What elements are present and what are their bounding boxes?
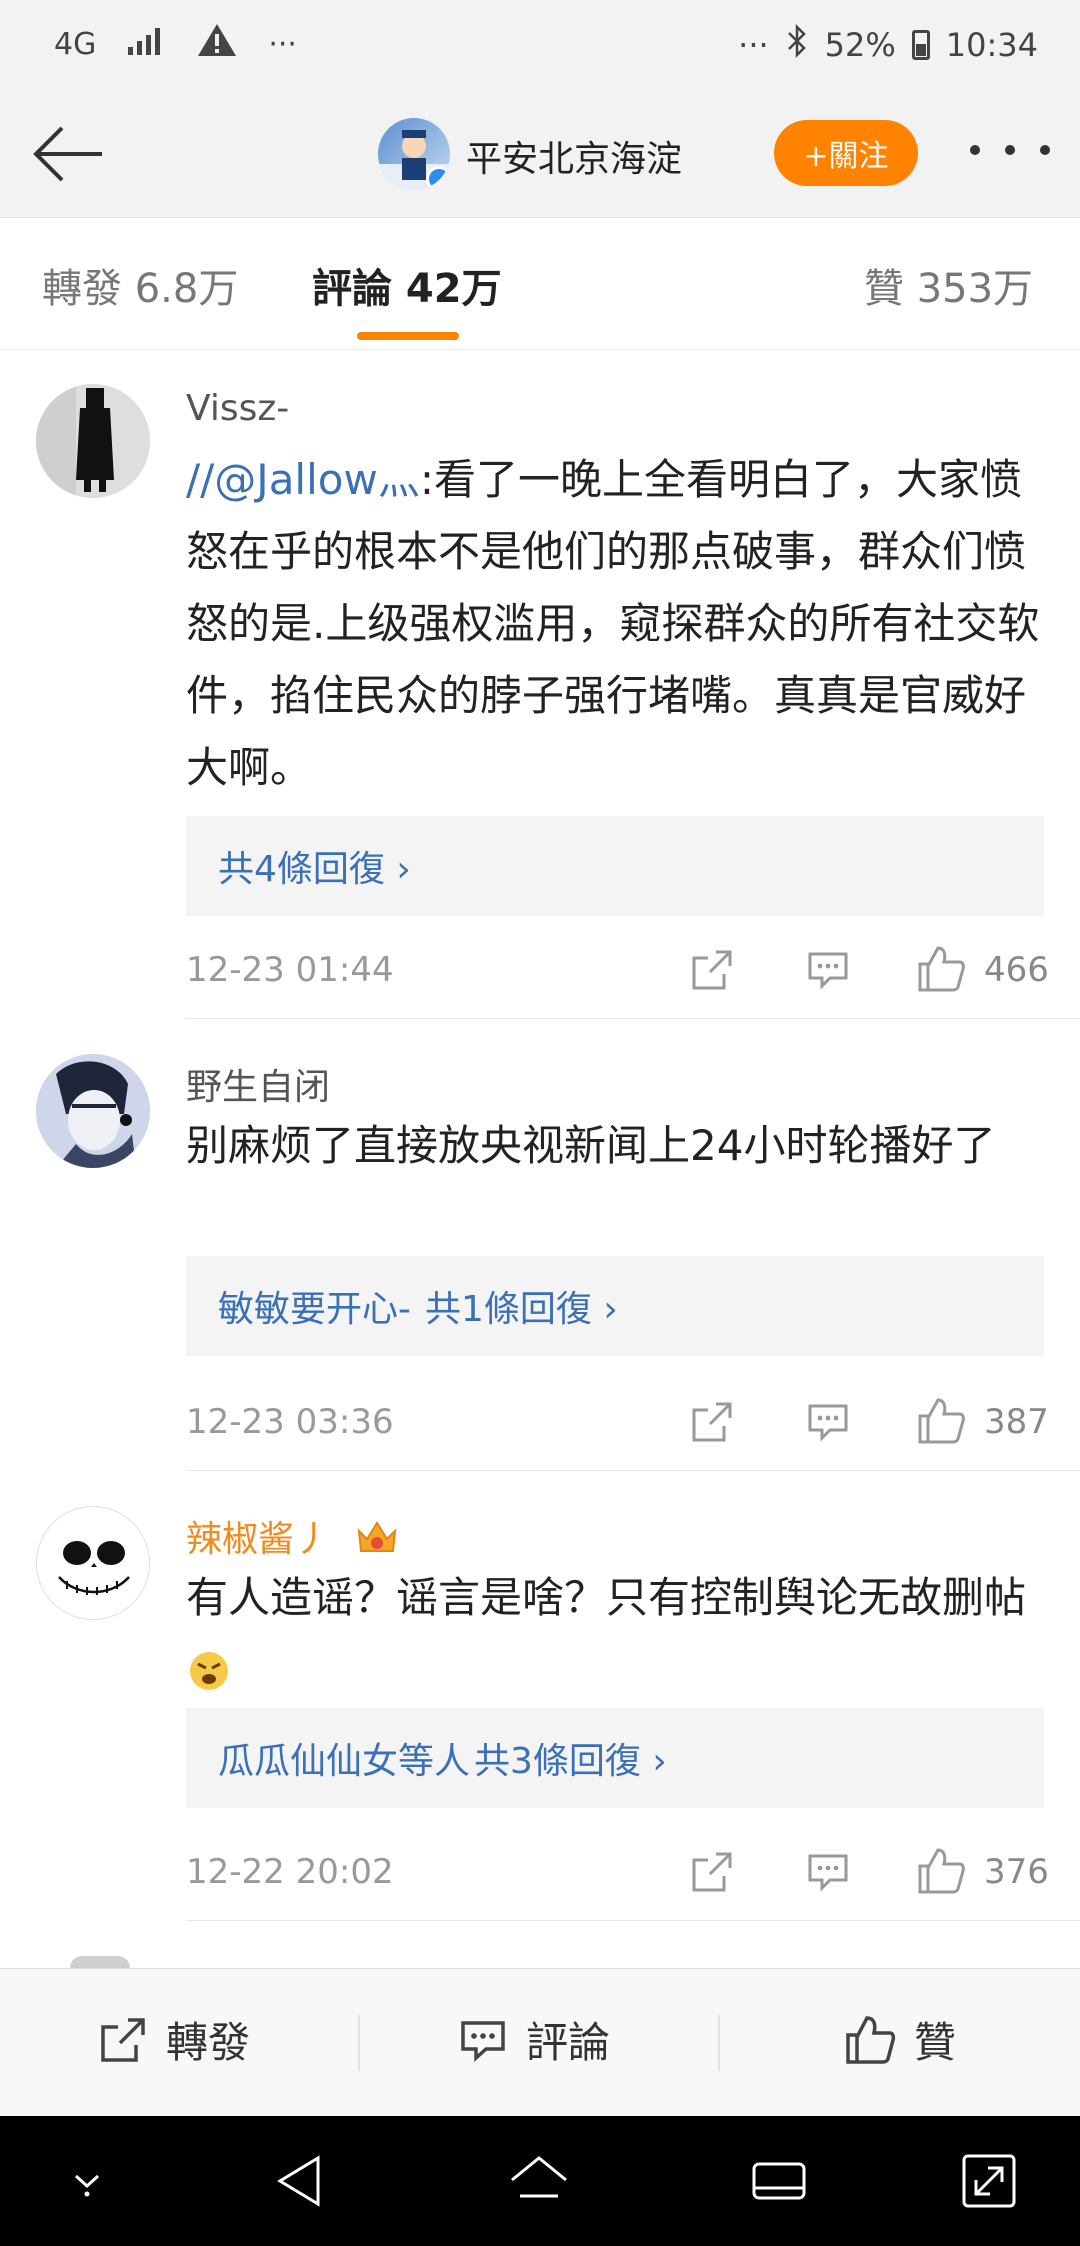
verified-badge-icon <box>426 166 450 190</box>
comment-label: 評論 <box>526 2018 611 2067</box>
comment-username[interactable]: Vissz- <box>186 388 289 429</box>
comment-button[interactable]: 評論 <box>458 2009 610 2070</box>
comment-text: 别麻烦了直接放央视新闻上24小时轮播好了 <box>186 1121 996 1170</box>
like-button[interactable]: 贊 <box>844 2009 956 2070</box>
like-label: 贊 <box>914 2018 957 2067</box>
bar-separator <box>718 2015 720 2071</box>
comment-body: :看了一晚上全看明白了，大家愤怒在乎的根本不是他们的那点破事，群众们愤怒的是.上… <box>186 455 1040 792</box>
tab-comments[interactable]: 評論 42万 <box>312 256 502 314</box>
like-icon[interactable] <box>916 944 966 994</box>
network-indicator: 4G <box>54 26 97 62</box>
comment-icon[interactable] <box>806 948 850 992</box>
comment-timestamp: 12-22 20:02 <box>186 1852 394 1892</box>
more-options-button[interactable] <box>970 130 1050 170</box>
like-icon[interactable] <box>916 1396 966 1446</box>
username-text: 辣椒酱丿 <box>186 1519 331 1560</box>
more-notifications: ··· <box>268 26 297 62</box>
battery-percent: 52% <box>824 26 896 64</box>
battery-icon <box>911 30 930 60</box>
share-icon[interactable] <box>690 1400 734 1444</box>
reply-preview-name: 敏敏要开心- <box>218 1289 411 1330</box>
system-nav-bar <box>0 2116 1080 2246</box>
share-icon[interactable] <box>690 1850 734 1894</box>
bluetooth-icon <box>785 23 809 66</box>
back-arrow-icon <box>33 126 102 182</box>
replies-link[interactable]: 共4條回復 › <box>186 816 1044 916</box>
more-dot-icon <box>1040 145 1050 155</box>
replies-link[interactable]: 敏敏要开心- 共1條回復 › <box>186 1256 1044 1356</box>
replies-count: 共4條回復 › <box>218 849 411 890</box>
reply-preview-name: 瓜瓜仙仙女等人 <box>218 1741 471 1782</box>
comment-divider <box>186 1920 1080 1921</box>
account-avatar[interactable] <box>378 118 450 190</box>
comment-text: 有人造谣？谣言是啥？只有控制舆论无故删帖 <box>186 1562 1050 1706</box>
comment-timestamp: 12-23 01:44 <box>186 950 394 990</box>
tab-bar: 轉發 6.8万 評論 42万 贊 353万 <box>0 218 1080 350</box>
replies-link[interactable]: 瓜瓜仙仙女等人 共3條回復 › <box>186 1708 1044 1808</box>
replies-count: 共3條回復 › <box>474 1741 667 1782</box>
user-avatar-icon <box>36 1054 150 1168</box>
comment-divider <box>186 1018 1080 1019</box>
like-icon[interactable] <box>916 1846 966 1896</box>
avatar[interactable] <box>36 1054 150 1168</box>
comment-username[interactable]: 辣椒酱丿 <box>186 1510 399 1562</box>
bar-separator <box>358 2015 360 2071</box>
like-count: 466 <box>984 950 1049 990</box>
status-bar: 4G ··· ··· 52% 10:34 <box>0 0 1080 92</box>
comment-icon[interactable] <box>806 1400 850 1444</box>
angry-emoji-icon <box>190 1652 228 1690</box>
comment-body: 有人造谣？谣言是啥？只有控制舆论无故删帖 <box>186 1573 1027 1622</box>
comment-timestamp: 12-23 03:36 <box>186 1402 394 1442</box>
nav-expand-icon[interactable] <box>958 2150 1020 2212</box>
next-comment-avatar-partial <box>70 1956 130 1968</box>
account-name[interactable]: 平安北京海淀 <box>466 130 682 182</box>
more-dot-icon <box>1005 145 1015 155</box>
like-count: 376 <box>984 1852 1049 1892</box>
mention-link[interactable]: //@Jallow灬 <box>186 455 420 504</box>
warning-icon <box>196 22 238 66</box>
comment-icon <box>461 2020 505 2062</box>
back-button[interactable] <box>28 122 108 186</box>
replies-count: 共1條回復 › <box>425 1289 618 1330</box>
avatar[interactable] <box>36 384 150 498</box>
active-tab-indicator <box>357 332 459 340</box>
like-count: 387 <box>984 1402 1049 1442</box>
signal-icon <box>126 25 166 63</box>
avatar[interactable] <box>36 1506 150 1620</box>
nav-recents-icon[interactable] <box>748 2150 810 2212</box>
comment-divider <box>186 1470 1080 1471</box>
tab-likes[interactable]: 贊 353万 <box>864 256 1033 314</box>
comment-text: //@Jallow灬:看了一晚上全看明白了，大家愤怒在乎的根本不是他们的那点破事… <box>186 444 1050 804</box>
more-dot-icon <box>970 145 980 155</box>
repost-button[interactable]: 轉發 <box>98 2009 250 2070</box>
user-avatar-icon <box>37 1507 149 1619</box>
bottom-action-bar: 轉發 評論 贊 <box>0 1968 1080 2116</box>
crown-badge-icon <box>358 1521 397 1552</box>
tab-reposts[interactable]: 轉發 6.8万 <box>42 256 238 314</box>
like-icon <box>846 2015 896 2064</box>
comment-icon[interactable] <box>806 1850 850 1894</box>
more-status: ··· <box>738 26 769 64</box>
nav-back-icon[interactable] <box>270 2150 332 2212</box>
user-avatar-icon <box>36 384 150 498</box>
nav-hide-keyboard-icon[interactable] <box>56 2150 118 2212</box>
repost-label: 轉發 <box>166 2018 251 2067</box>
comment-username[interactable]: 野生自闭 <box>186 1058 330 1110</box>
nav-home-icon[interactable] <box>508 2150 570 2212</box>
title-bar: 平安北京海淀 +關注 <box>0 92 1080 218</box>
repost-icon <box>101 2017 145 2062</box>
share-icon[interactable] <box>690 948 734 992</box>
follow-button[interactable]: +關注 <box>774 120 918 186</box>
comment-list: Vissz- //@Jallow灬:看了一晚上全看明白了，大家愤怒在乎的根本不是… <box>0 350 1080 1968</box>
clock: 10:34 <box>945 26 1038 64</box>
